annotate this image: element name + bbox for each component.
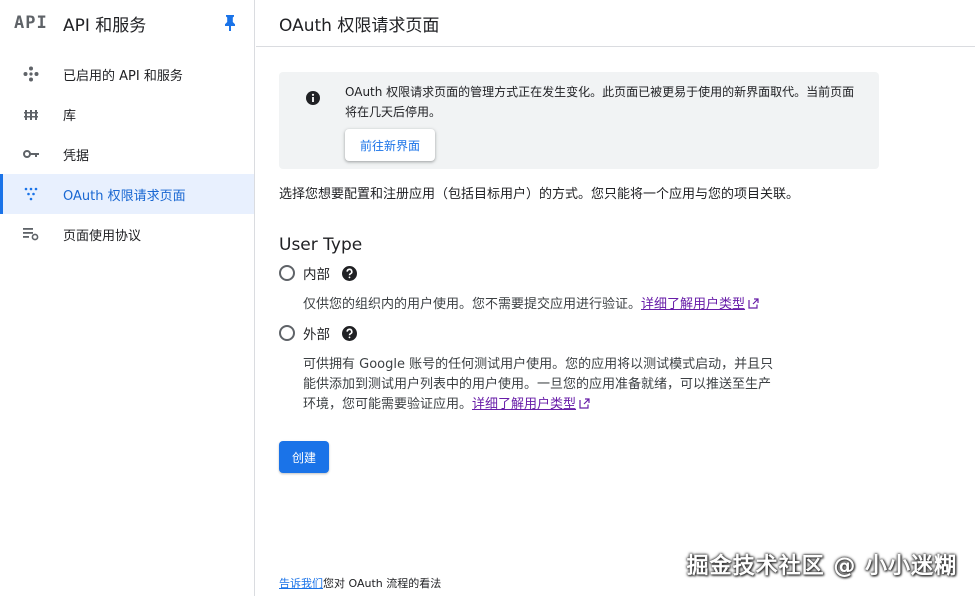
external-label[interactable]: 外部: [303, 323, 330, 343]
notice-text: OAuth 权限请求页面的管理方式正在发生变化。此页面已被更易于使用的新界面取代…: [345, 85, 855, 119]
internal-radio[interactable]: [279, 265, 295, 281]
feedback-link[interactable]: 告诉我们: [279, 577, 323, 590]
help-icon[interactable]: [342, 325, 357, 341]
page-settings-icon: [22, 225, 40, 243]
sidebar-item-library[interactable]: 库: [0, 94, 254, 134]
page-description: 选择您想要配置和注册应用（包括目标用户）的方式。您只能将一个应用与您的项目关联。: [279, 187, 800, 202]
sidebar-item-enabled-apis[interactable]: 已启用的 API 和服务: [0, 54, 254, 94]
sidebar-nav: 已启用的 API 和服务 库 凭据 OAuth 权限请求页面 页面使用协议: [0, 54, 254, 254]
sidebar-title: API 和服务: [63, 15, 147, 36]
api-logo: API: [14, 13, 48, 33]
create-button[interactable]: 创建: [279, 441, 329, 473]
user-type-internal-option: 内部: [279, 261, 975, 285]
external-radio[interactable]: [279, 325, 295, 341]
user-type-external-option: 外部: [279, 321, 975, 345]
page-title: OAuth 权限请求页面: [279, 15, 440, 36]
external-link-icon: [748, 298, 759, 309]
migration-notice: OAuth 权限请求页面的管理方式正在发生变化。此页面已被更易于使用的新界面取代…: [279, 72, 879, 169]
pin-icon[interactable]: [223, 14, 237, 32]
sidebar-item-label: OAuth 权限请求页面: [63, 188, 186, 204]
internal-description-text: 仅供您的组织内的用户使用。您不需要提交应用进行验证。: [303, 297, 642, 312]
api-diamond-icon: [22, 65, 40, 83]
sidebar-item-credentials[interactable]: 凭据: [0, 134, 254, 174]
go-to-new-interface-button[interactable]: 前往新界面: [345, 129, 435, 161]
user-type-title: User Type: [279, 235, 363, 255]
sidebar: API API 和服务 已启用的 API 和服务 库 凭据 OAuth 权限请求…: [0, 0, 255, 596]
library-icon: [22, 105, 40, 123]
learn-user-types-link[interactable]: 详细了解用户类型: [641, 297, 745, 312]
sidebar-item-label: 凭据: [63, 148, 90, 164]
sidebar-header: API API 和服务: [0, 0, 254, 46]
external-description: 可供拥有 Google 账号的任何测试用户使用。您的应用将以测试模式启动，并且只…: [303, 355, 783, 415]
sidebar-item-label: 页面使用协议: [63, 228, 142, 244]
feedback-text: 您对 OAuth 流程的看法: [323, 577, 442, 590]
help-icon[interactable]: [342, 265, 357, 281]
oauth-dots-icon: [22, 185, 40, 203]
watermark: 掘金技术社区 @ 小小迷糊: [686, 554, 957, 579]
sidebar-item-oauth-consent[interactable]: OAuth 权限请求页面: [0, 174, 254, 214]
key-icon: [22, 145, 40, 163]
sidebar-item-label: 库: [63, 108, 77, 124]
main-content: OAuth 权限请求页面的管理方式正在发生变化。此页面已被更易于使用的新界面取代…: [279, 47, 975, 473]
learn-user-types-link[interactable]: 详细了解用户类型: [472, 397, 576, 412]
feedback-footer: 告诉我们您对 OAuth 流程的看法: [279, 575, 441, 591]
sidebar-item-page-usage-agreement[interactable]: 页面使用协议: [0, 214, 254, 254]
sidebar-item-label: 已启用的 API 和服务: [63, 68, 183, 84]
internal-description: 仅供您的组织内的用户使用。您不需要提交应用进行验证。详细了解用户类型: [303, 295, 783, 315]
external-link-icon: [579, 398, 590, 409]
internal-label[interactable]: 内部: [303, 263, 330, 283]
top-bar: OAuth 权限请求页面: [256, 0, 975, 47]
info-icon: [306, 91, 320, 105]
